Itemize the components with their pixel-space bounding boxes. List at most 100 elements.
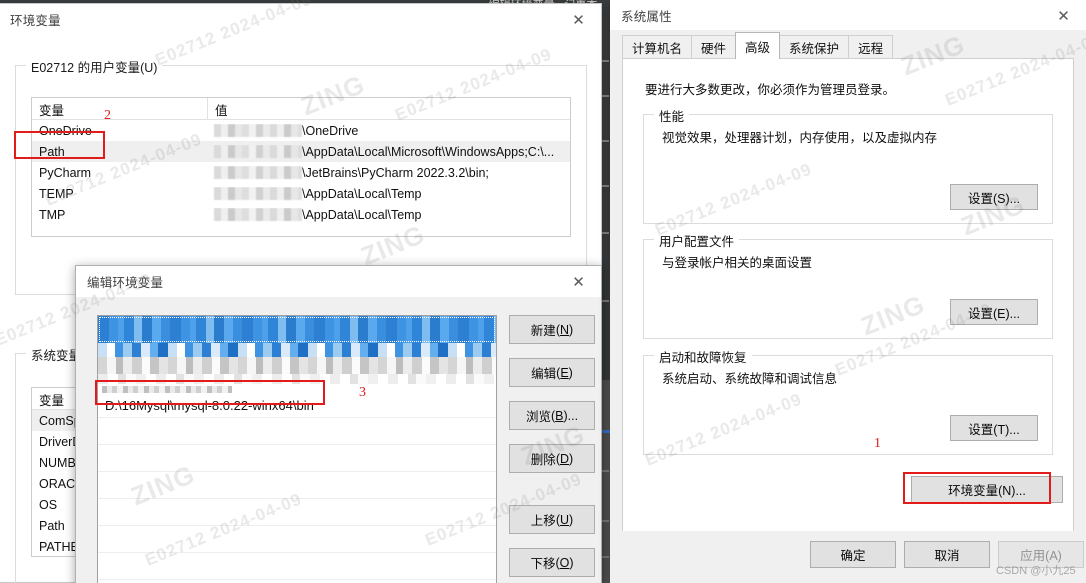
row-variable-name: PyCharm xyxy=(39,165,92,180)
row-variable-value: \JetBrains\PyCharm 2022.3.2\bin; xyxy=(207,166,557,180)
user-list-header: 变量 值 xyxy=(32,98,570,120)
environment-variables-button[interactable]: 环境变量(N)... xyxy=(911,476,1063,503)
user-profiles-description: 与登录帐户相关的桌面设置 xyxy=(662,256,813,270)
column-header-variable[interactable]: 变量 xyxy=(32,98,207,120)
redacted-path-prefix xyxy=(214,166,302,179)
sysprops-footer: 确定 取消 应用(A) xyxy=(610,531,1086,583)
list-item[interactable] xyxy=(98,553,496,580)
user-profiles-settings-button[interactable]: 设置(E)... xyxy=(950,299,1038,325)
startup-recovery-group: 启动和故障恢复 系统启动、系统故障和调试信息 设置(T)... xyxy=(643,347,1053,455)
edit-environment-variable-dialog: 编辑环境变量 ✕ D:\16Mysql\mysql-8.0.22-winx64\… xyxy=(75,265,602,583)
list-item[interactable] xyxy=(98,357,496,374)
move-up-button-label: 上移 xyxy=(530,514,556,528)
close-icon[interactable]: ✕ xyxy=(556,4,601,35)
ok-button[interactable]: 确定 xyxy=(810,541,896,568)
list-item[interactable] xyxy=(98,384,496,394)
tab-computer-name[interactable]: 计算机名 xyxy=(622,35,693,59)
edit-titlebar: 编辑环境变量 ✕ xyxy=(76,266,601,297)
backdrop-tick xyxy=(601,140,609,142)
move-down-button[interactable]: 下移(O) xyxy=(509,548,595,577)
list-item[interactable] xyxy=(98,374,496,384)
user-variables-legend: E02712 的用户变量(U) xyxy=(26,57,163,76)
edit-button[interactable]: 编辑(E) xyxy=(509,358,595,387)
path-entries-list[interactable]: D:\16Mysql\mysql-8.0.22-winx64\bin xyxy=(97,315,497,583)
performance-group: 性能 视觉效果，处理器计划，内存使用，以及虚拟内存 设置(S)... xyxy=(643,106,1053,224)
browse-button-label: 浏览 xyxy=(525,410,551,424)
annotation-number-2: 2 xyxy=(104,108,111,123)
backdrop-tick xyxy=(601,95,609,97)
apply-button: 应用(A) xyxy=(998,541,1084,568)
backdrop-tick xyxy=(601,185,609,187)
close-icon[interactable]: ✕ xyxy=(556,266,601,297)
env-window-title: 环境变量 xyxy=(10,14,61,28)
close-icon[interactable]: ✕ xyxy=(1041,0,1086,31)
edit-dialog-buttons: 新建(N) 编辑(E) 浏览(B)... 删除(D) 上移(U) 下移(O) xyxy=(509,315,595,583)
startup-recovery-description: 系统启动、系统故障和调试信息 xyxy=(662,372,838,386)
annotation-number-1: 1 xyxy=(874,436,881,451)
button-spacer xyxy=(509,487,595,505)
row-variable-value: \AppData\Local\Temp xyxy=(207,208,557,222)
delete-button-label: 删除 xyxy=(530,453,556,467)
tab-hardware[interactable]: 硬件 xyxy=(691,35,737,59)
sysprops-titlebar: 系统属性 ✕ xyxy=(610,0,1086,30)
list-item-selected-path[interactable]: D:\16Mysql\mysql-8.0.22-winx64\bin xyxy=(98,394,496,418)
row-variable-value: \AppData\Local\Temp xyxy=(207,187,557,201)
move-up-button-accel: U xyxy=(559,512,570,527)
advanced-tab-panel: 要进行大多数更改，你必须作为管理员登录。 性能 视觉效果，处理器计划，内存使用，… xyxy=(622,58,1074,545)
table-row[interactable]: TEMP \AppData\Local\Temp xyxy=(32,183,570,204)
tab-advanced[interactable]: 高级 xyxy=(735,32,781,59)
redacted-entry xyxy=(102,385,232,393)
performance-description: 视觉效果，处理器计划，内存使用，以及虚拟内存 xyxy=(662,131,938,145)
delete-button[interactable]: 删除(D) xyxy=(509,444,595,473)
sysprops-window-title: 系统属性 xyxy=(621,9,672,24)
row-variable-value: \AppData\Local\Microsoft\WindowsApps;C:\… xyxy=(207,145,557,159)
delete-button-accel: D xyxy=(559,451,570,466)
startup-recovery-settings-button[interactable]: 设置(T)... xyxy=(950,415,1038,441)
backdrop-tick xyxy=(601,520,609,522)
tab-remote[interactable]: 远程 xyxy=(848,35,894,59)
backdrop-tick xyxy=(601,60,609,62)
edit-button-label: 编辑 xyxy=(531,367,557,381)
new-button[interactable]: 新建(N) xyxy=(509,315,595,344)
table-row[interactable]: TMP \AppData\Local\Temp xyxy=(32,204,570,225)
list-item[interactable] xyxy=(98,499,496,526)
performance-legend: 性能 xyxy=(654,106,690,125)
backdrop-tick xyxy=(601,232,609,234)
user-variables-list[interactable]: 变量 值 OneDrive \OneDrive Path \AppData\Lo… xyxy=(31,97,571,237)
screen-root: 编辑环境变量 - 记事本 环境变量 ✕ E02712 的用户变量(U) 变量 值 xyxy=(0,0,1086,583)
list-item[interactable] xyxy=(98,526,496,553)
row-variable-name: TMP xyxy=(39,207,66,222)
row-variable-value: \OneDrive xyxy=(207,124,557,138)
sysprops-body: 计算机名 硬件 高级 系统保护 远程 要进行大多数更改，你必须作为管理员登录。 … xyxy=(610,30,1086,583)
browse-button[interactable]: 浏览(B)... xyxy=(509,401,595,430)
move-down-button-label: 下移 xyxy=(530,557,556,571)
env-titlebar: 环境变量 ✕ xyxy=(0,4,601,35)
new-button-accel: N xyxy=(559,322,570,337)
list-item[interactable] xyxy=(98,445,496,472)
list-item[interactable] xyxy=(98,472,496,499)
user-profiles-legend: 用户配置文件 xyxy=(654,231,740,250)
table-row[interactable]: OneDrive \OneDrive xyxy=(32,120,570,141)
performance-settings-button[interactable]: 设置(S)... xyxy=(950,184,1038,210)
tab-system-protection[interactable]: 系统保护 xyxy=(779,35,850,59)
list-item[interactable] xyxy=(98,343,496,357)
cancel-button[interactable]: 取消 xyxy=(904,541,990,568)
move-up-button[interactable]: 上移(U) xyxy=(509,505,595,534)
redacted-path-prefix xyxy=(214,145,302,158)
browse-button-accel: B xyxy=(555,408,564,423)
edit-window-body: D:\16Mysql\mysql-8.0.22-winx64\bin 新建(N)… xyxy=(76,297,601,583)
edit-window-title: 编辑环境变量 xyxy=(87,276,164,290)
new-button-label: 新建 xyxy=(530,324,556,338)
table-row[interactable]: Path \AppData\Local\Microsoft\WindowsApp… xyxy=(32,141,570,162)
row-variable-name: Path xyxy=(39,144,65,159)
backdrop-tick xyxy=(601,300,609,302)
row-variable-name: OneDrive xyxy=(39,123,92,138)
row-variable-name: TEMP xyxy=(39,186,74,201)
list-item[interactable] xyxy=(98,418,496,445)
user-profiles-group: 用户配置文件 与登录帐户相关的桌面设置 设置(E)... xyxy=(643,231,1053,339)
column-header-value[interactable]: 值 xyxy=(207,98,557,120)
backdrop-tick xyxy=(601,470,609,472)
table-row[interactable]: PyCharm \JetBrains\PyCharm 2022.3.2\bin; xyxy=(32,162,570,183)
list-item[interactable] xyxy=(98,316,496,343)
system-properties-window: 系统属性 ✕ 计算机名 硬件 高级 系统保护 远程 要进行大多数更改，你必须作为… xyxy=(610,0,1086,583)
